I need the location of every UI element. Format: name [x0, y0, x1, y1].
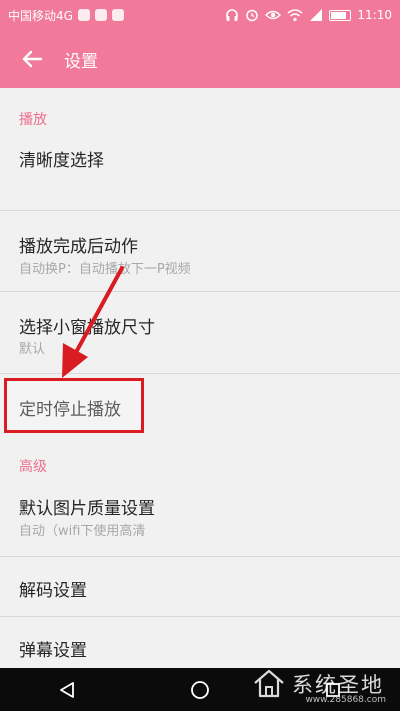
circle-home-icon	[191, 680, 209, 699]
watermark: 系统圣地 www.285868.com	[252, 656, 400, 711]
house-logo-icon	[254, 669, 284, 697]
nav-back-button[interactable]	[47, 670, 87, 710]
section-header-advanced: 高级	[19, 459, 47, 475]
divider	[0, 616, 400, 617]
setting-title: 解码设置	[19, 581, 87, 601]
setting-title: 默认图片质量设置	[19, 499, 155, 519]
watermark-name: 系统圣地	[292, 672, 384, 697]
setting-image-quality[interactable]: 默认图片质量设置 自动（wifi下使用高清	[0, 482, 400, 544]
triangle-back-icon	[59, 681, 74, 698]
nav-home-button[interactable]	[180, 670, 220, 710]
watermark-url: www.285868.com	[305, 695, 386, 705]
setting-subtitle: 自动（wifi下使用高清	[19, 524, 146, 539]
setting-decoding[interactable]: 解码设置	[0, 562, 400, 612]
divider	[0, 556, 400, 557]
setting-title: 弹幕设置	[19, 641, 87, 661]
